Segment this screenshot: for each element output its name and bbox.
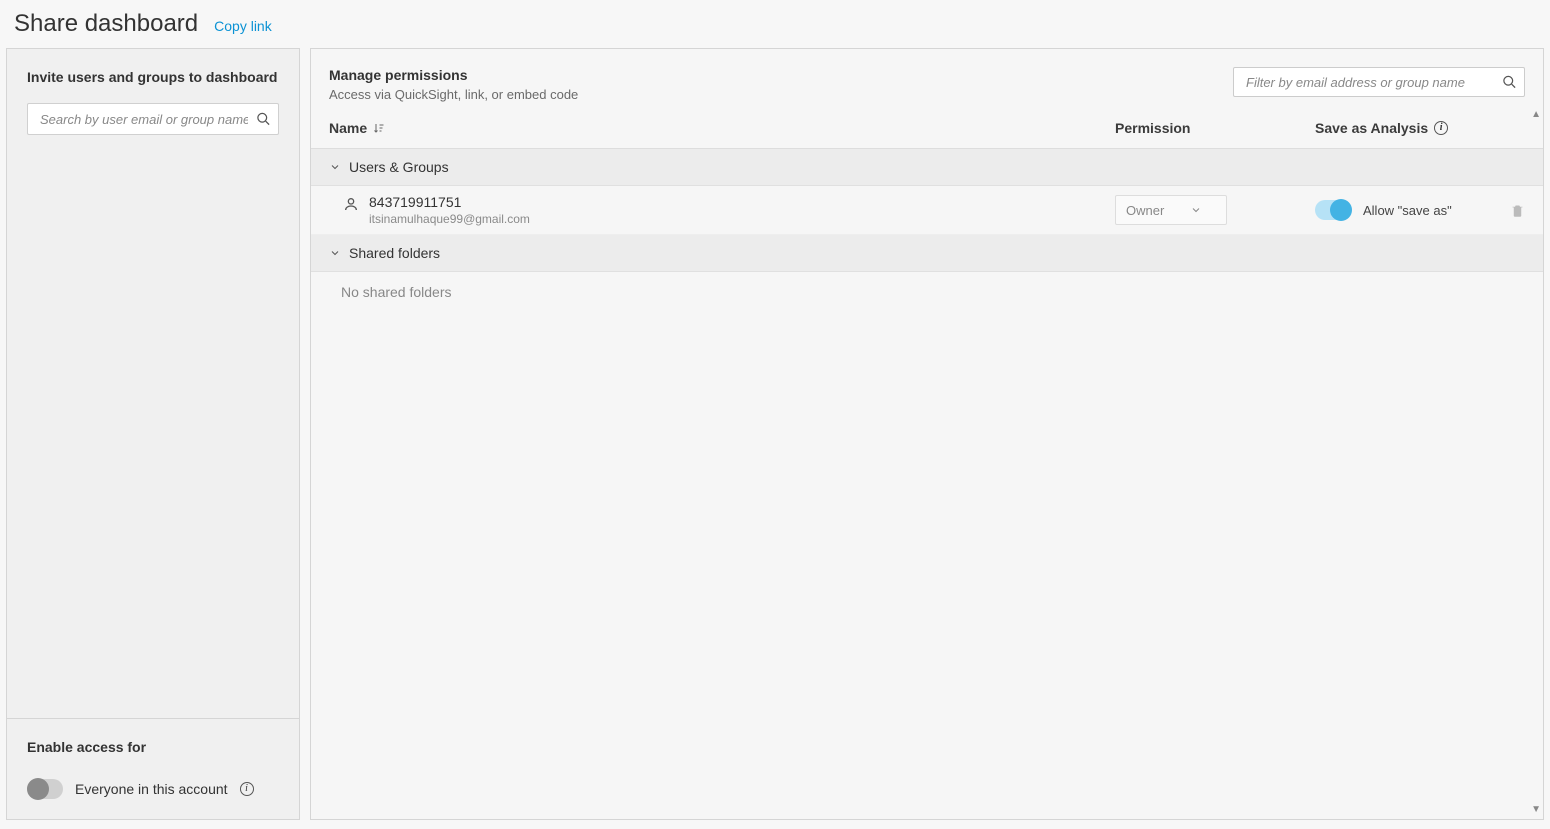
sidebar: Invite users and groups to dashboard Ena… bbox=[6, 48, 300, 820]
manage-permissions-title: Manage permissions bbox=[329, 67, 578, 83]
column-save-as-label: Save as Analysis bbox=[1315, 120, 1428, 136]
group-shared-folders[interactable]: Shared folders bbox=[311, 235, 1543, 272]
page-title: Share dashboard bbox=[14, 10, 198, 38]
invite-search-wrap bbox=[27, 103, 279, 135]
main-header: Manage permissions Access via QuickSight… bbox=[311, 49, 1543, 112]
main-panel: Manage permissions Access via QuickSight… bbox=[310, 48, 1544, 820]
group-users-label: Users & Groups bbox=[349, 159, 449, 175]
column-name[interactable]: Name bbox=[329, 120, 1115, 136]
enable-access-title: Enable access for bbox=[27, 739, 279, 755]
invite-search-input[interactable] bbox=[27, 103, 279, 135]
permission-select[interactable]: Owner bbox=[1115, 195, 1227, 225]
user-id: 843719911751 bbox=[369, 194, 530, 210]
table-row: 843719911751 itsinamulhaque99@gmail.com … bbox=[311, 186, 1543, 235]
search-icon bbox=[1502, 75, 1517, 90]
sidebar-access-section: Enable access for Everyone in this accou… bbox=[7, 718, 299, 819]
row-name-cell: 843719911751 itsinamulhaque99@gmail.com bbox=[329, 194, 1115, 226]
group-users-and-groups[interactable]: Users & Groups bbox=[311, 149, 1543, 186]
invite-title: Invite users and groups to dashboard bbox=[27, 69, 279, 85]
column-name-label: Name bbox=[329, 120, 367, 136]
no-shared-folders: No shared folders bbox=[311, 272, 1543, 312]
filter-input[interactable] bbox=[1233, 67, 1525, 97]
copy-link[interactable]: Copy link bbox=[214, 18, 272, 34]
info-icon[interactable]: i bbox=[240, 782, 254, 796]
sort-icon bbox=[373, 122, 385, 134]
everyone-toggle[interactable] bbox=[27, 779, 63, 799]
user-email: itsinamulhaque99@gmail.com bbox=[369, 212, 530, 226]
chevron-down-icon bbox=[329, 161, 341, 173]
scroll-down-icon[interactable]: ▼ bbox=[1531, 804, 1541, 815]
save-as-toggle[interactable] bbox=[1315, 200, 1351, 220]
user-text: 843719911751 itsinamulhaque99@gmail.com bbox=[369, 194, 530, 226]
layout: Invite users and groups to dashboard Ena… bbox=[0, 48, 1550, 826]
user-block: 843719911751 itsinamulhaque99@gmail.com bbox=[343, 194, 530, 226]
everyone-label: Everyone in this account bbox=[75, 781, 228, 797]
page-header: Share dashboard Copy link bbox=[0, 0, 1550, 48]
group-shared-folders-label: Shared folders bbox=[349, 245, 440, 261]
column-permission: Permission bbox=[1115, 120, 1315, 136]
permission-value: Owner bbox=[1126, 203, 1164, 218]
row-save-as-cell: Allow "save as" bbox=[1315, 200, 1525, 220]
sidebar-invite-section: Invite users and groups to dashboard bbox=[7, 49, 299, 718]
save-as-label: Allow "save as" bbox=[1363, 203, 1452, 218]
table-header: Name Permission Save as Analysis i bbox=[311, 112, 1543, 149]
trash-icon[interactable] bbox=[1510, 203, 1525, 218]
column-permission-label: Permission bbox=[1115, 120, 1190, 136]
everyone-toggle-row: Everyone in this account i bbox=[27, 779, 279, 799]
info-icon[interactable]: i bbox=[1434, 121, 1448, 135]
manage-permissions-subtitle: Access via QuickSight, link, or embed co… bbox=[329, 87, 578, 102]
search-icon bbox=[256, 112, 271, 127]
row-permission-cell: Owner bbox=[1115, 195, 1315, 225]
column-save-as: Save as Analysis i bbox=[1315, 120, 1525, 136]
chevron-down-icon bbox=[1190, 204, 1202, 216]
user-icon bbox=[343, 196, 359, 212]
chevron-down-icon bbox=[329, 247, 341, 259]
main-header-left: Manage permissions Access via QuickSight… bbox=[329, 67, 578, 102]
filter-wrap bbox=[1233, 67, 1525, 97]
